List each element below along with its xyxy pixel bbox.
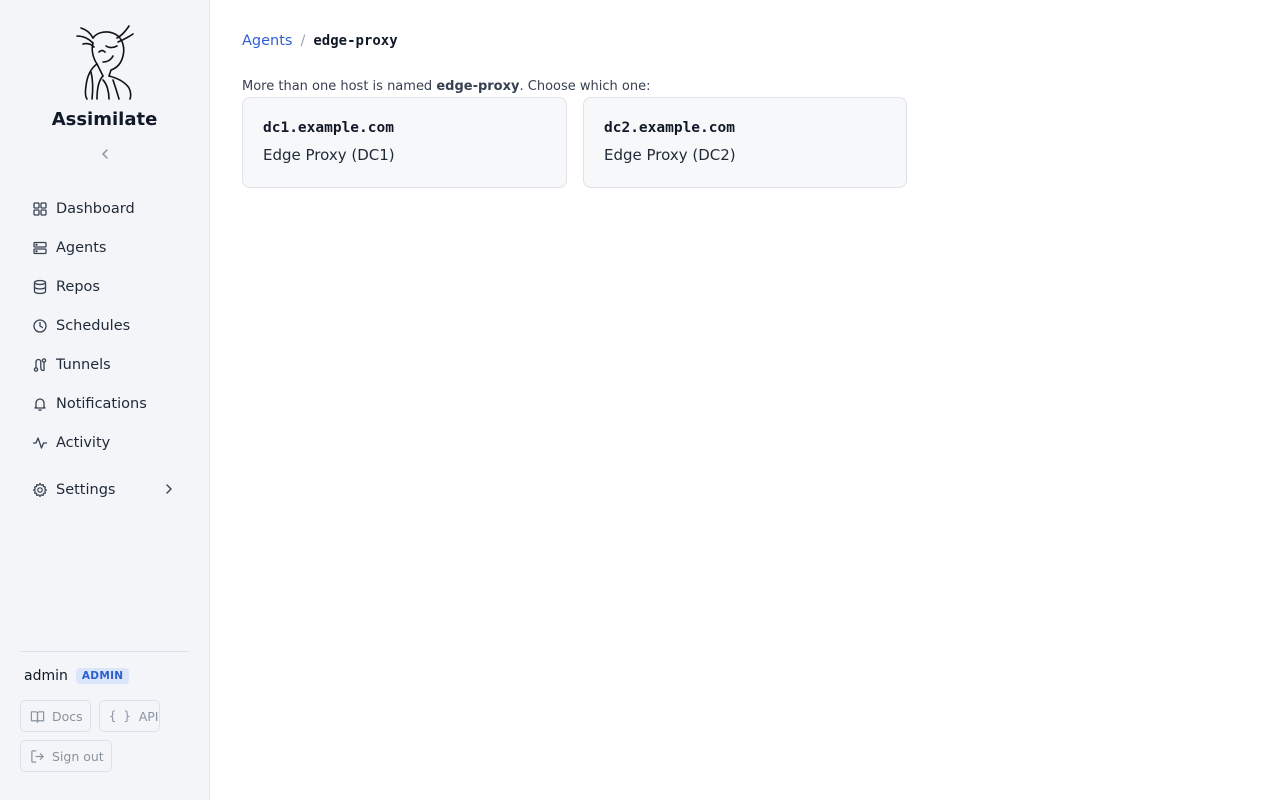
- breadcrumb-current: edge-proxy: [313, 33, 398, 49]
- sign-out-button[interactable]: Sign out: [20, 740, 112, 772]
- host-fqdn: dc1.example.com: [263, 120, 394, 136]
- chevron-right-icon: [162, 482, 176, 496]
- gear-icon: [32, 482, 48, 498]
- route-icon: [32, 357, 48, 373]
- host-label: Edge Proxy (DC1): [263, 146, 395, 164]
- breadcrumb-agents-link[interactable]: Agents: [242, 33, 292, 49]
- code-braces-icon: { }: [109, 709, 131, 723]
- sidebar-item-settings[interactable]: Settings: [20, 470, 190, 509]
- host-card[interactable]: dc2.example.com Edge Proxy (DC2): [583, 97, 907, 188]
- bell-icon: [32, 396, 48, 412]
- activity-icon: [32, 435, 48, 451]
- book-icon: [30, 709, 45, 724]
- sidebar-item-dashboard[interactable]: Dashboard: [20, 189, 190, 228]
- api-label: API: [138, 708, 159, 724]
- dashboard-icon: [32, 201, 48, 217]
- sidebar-item-schedules[interactable]: Schedules: [20, 306, 190, 345]
- sidebar-item-label: Dashboard: [56, 200, 135, 217]
- sidebar-item-activity[interactable]: Activity: [20, 423, 190, 462]
- host-card[interactable]: dc1.example.com Edge Proxy (DC1): [242, 97, 567, 188]
- app-name: Assimilate: [51, 109, 158, 130]
- clock-icon: [32, 318, 48, 334]
- role-badge: ADMIN: [75, 668, 130, 684]
- sidebar-item-repos[interactable]: Repos: [20, 267, 190, 306]
- chevron-left-icon: [102, 149, 108, 159]
- sidebar-item-label: Tunnels: [56, 356, 111, 373]
- sidebar: Assimilate Dashboard Agents Repos Schedu…: [0, 0, 210, 800]
- sidebar-divider: [20, 651, 189, 652]
- disambiguation-prompt: More than one host is named edge-proxy. …: [242, 79, 650, 94]
- sidebar-item-tunnels[interactable]: Tunnels: [20, 345, 190, 384]
- server-icon: [32, 240, 48, 256]
- app-logo[interactable]: [73, 22, 135, 100]
- host-label: Edge Proxy (DC2): [604, 146, 736, 164]
- log-out-icon: [30, 749, 45, 764]
- sidebar-item-label: Settings: [56, 481, 116, 498]
- username: admin: [24, 668, 68, 684]
- sidebar-item-label: Schedules: [56, 317, 131, 334]
- host-fqdn: dc2.example.com: [604, 120, 735, 136]
- prompt-text-after: . Choose which one:: [519, 79, 651, 94]
- sidebar-item-notifications[interactable]: Notifications: [20, 384, 190, 423]
- breadcrumb-separator: /: [300, 33, 306, 49]
- sign-out-label: Sign out: [52, 748, 104, 764]
- sidebar-item-label: Activity: [56, 434, 111, 451]
- sidebar-item-label: Agents: [56, 239, 107, 256]
- sidebar-item-agents[interactable]: Agents: [20, 228, 190, 267]
- sidebar-nav: Dashboard Agents Repos Schedules Tunnels…: [20, 189, 190, 509]
- api-button[interactable]: { } API: [99, 700, 160, 732]
- database-icon: [32, 279, 48, 295]
- sidebar-item-label: Notifications: [56, 395, 147, 412]
- sidebar-item-label: Repos: [56, 278, 100, 295]
- collapse-sidebar-button[interactable]: [97, 146, 113, 162]
- prompt-host-name: edge-proxy: [436, 79, 520, 94]
- prompt-text-before: More than one host is named: [242, 79, 437, 94]
- user-info: admin ADMIN: [24, 668, 130, 684]
- docs-button[interactable]: Docs: [20, 700, 91, 732]
- docs-label: Docs: [52, 708, 83, 724]
- breadcrumb: Agents / edge-proxy: [242, 33, 398, 49]
